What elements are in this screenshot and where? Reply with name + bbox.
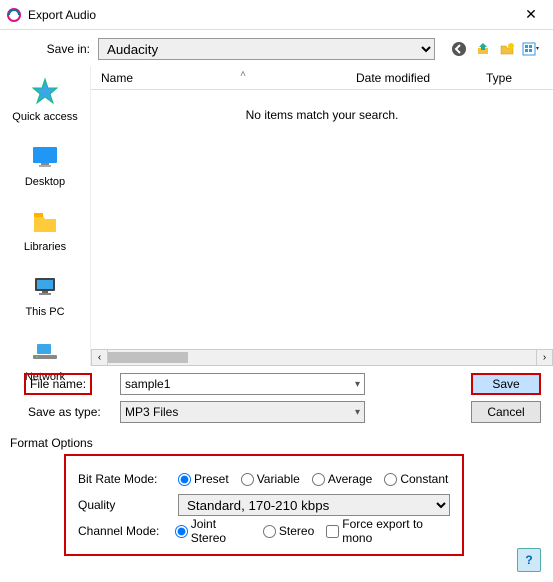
- back-icon[interactable]: [449, 39, 469, 59]
- nav-toolbar: [449, 39, 541, 59]
- empty-message: No items match your search.: [91, 90, 553, 122]
- quality-dropdown[interactable]: Standard, 170-210 kbps: [178, 494, 450, 516]
- scroll-track[interactable]: [108, 349, 536, 366]
- network-icon: [29, 336, 61, 368]
- title-bar: Export Audio ✕: [0, 0, 553, 30]
- app-icon: [6, 7, 22, 23]
- chevron-down-icon: ▾: [355, 407, 360, 418]
- window-title: Export Audio: [28, 8, 509, 22]
- bitrate-mode-label: Bit Rate Mode:: [78, 472, 170, 486]
- bitrate-constant-radio[interactable]: Constant: [384, 472, 448, 486]
- scroll-thumb[interactable]: [108, 352, 188, 363]
- chevron-down-icon: ▾: [355, 379, 360, 390]
- save-button[interactable]: Save: [471, 373, 541, 395]
- channel-mode-label: Channel Mode:: [78, 524, 167, 538]
- bitrate-variable-radio[interactable]: Variable: [241, 472, 300, 486]
- new-folder-icon[interactable]: [497, 39, 517, 59]
- sort-indicator-icon: ˄: [240, 69, 246, 80]
- save-in-label: Save in:: [12, 42, 90, 56]
- place-this-pc[interactable]: This PC: [0, 267, 90, 322]
- format-options: Format Options Bit Rate Mode: Preset Var…: [0, 436, 553, 556]
- main-area: Quick access Desktop Libraries This PC N…: [0, 66, 553, 366]
- help-icon[interactable]: ?: [517, 548, 541, 572]
- bitrate-average-radio[interactable]: Average: [312, 472, 372, 486]
- column-headers: Name˄ Date modified Type: [91, 66, 553, 90]
- file-name-label: File name:: [24, 373, 92, 395]
- place-desktop[interactable]: Desktop: [0, 137, 90, 192]
- up-icon[interactable]: [473, 39, 493, 59]
- this-pc-icon: [29, 271, 61, 303]
- desktop-icon: [29, 141, 61, 173]
- format-options-title: Format Options: [10, 436, 539, 450]
- save-as-type-label: Save as type:: [12, 405, 112, 419]
- column-date[interactable]: Date modified: [356, 71, 486, 85]
- force-mono-checkbox[interactable]: Force export to mono: [326, 517, 450, 545]
- scroll-right-icon[interactable]: ›: [536, 349, 553, 366]
- close-button[interactable]: ✕: [509, 0, 553, 30]
- save-in-dropdown[interactable]: Audacity: [98, 38, 435, 60]
- horizontal-scrollbar[interactable]: ‹ ›: [91, 349, 553, 366]
- save-in-row: Save in: Audacity: [0, 30, 553, 66]
- save-as-type-dropdown[interactable]: MP3 Files▾: [120, 401, 365, 423]
- column-type[interactable]: Type: [486, 71, 553, 85]
- channel-joint-radio[interactable]: Joint Stereo: [175, 517, 251, 545]
- column-name[interactable]: Name˄: [91, 71, 356, 85]
- scroll-left-icon[interactable]: ‹: [91, 349, 108, 366]
- quality-label: Quality: [78, 498, 170, 512]
- libraries-icon: [29, 206, 61, 238]
- filename-area: File name: sample1▾ Save Save as type: M…: [0, 366, 553, 426]
- quick-access-icon: [29, 76, 61, 108]
- places-bar: Quick access Desktop Libraries This PC N…: [0, 66, 90, 366]
- file-name-input[interactable]: sample1▾: [120, 373, 365, 395]
- view-menu-icon[interactable]: [521, 39, 541, 59]
- cancel-button[interactable]: Cancel: [471, 401, 541, 423]
- place-libraries[interactable]: Libraries: [0, 202, 90, 257]
- channel-stereo-radio[interactable]: Stereo: [263, 524, 314, 538]
- bitrate-preset-radio[interactable]: Preset: [178, 472, 229, 486]
- place-quick-access[interactable]: Quick access: [0, 72, 90, 127]
- file-list: Name˄ Date modified Type No items match …: [90, 66, 553, 366]
